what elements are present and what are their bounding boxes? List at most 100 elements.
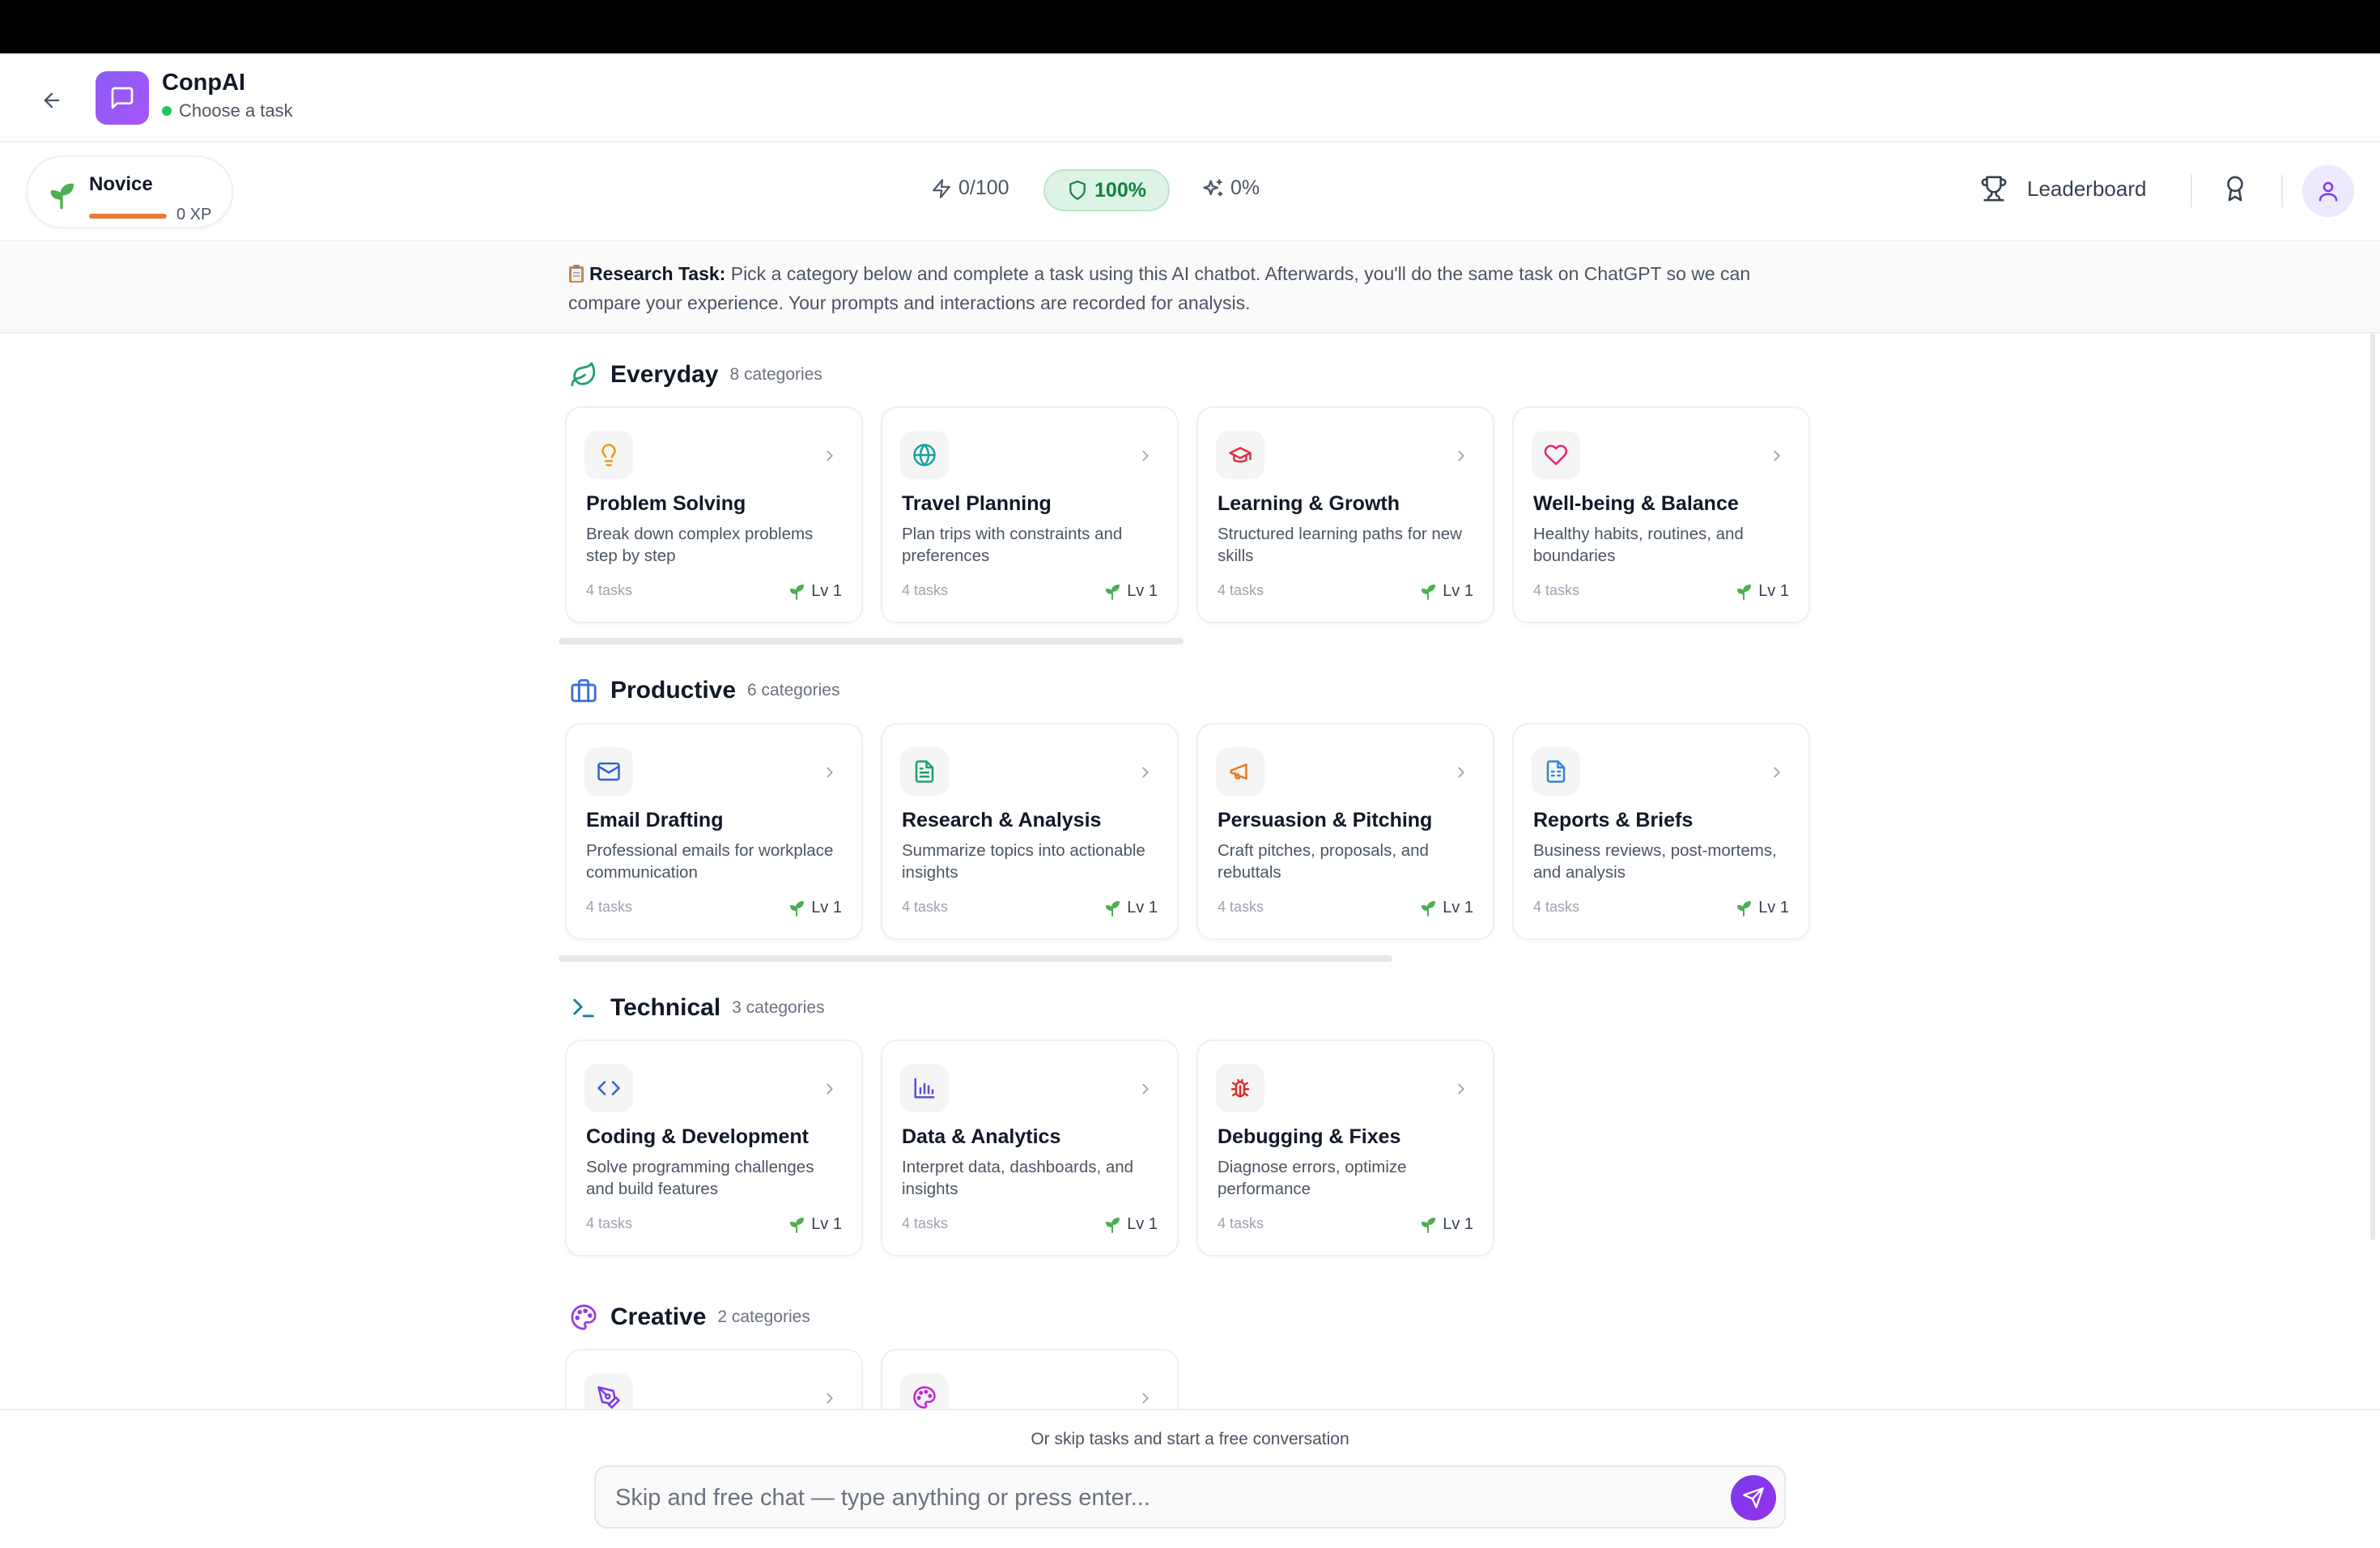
document-icon [915,760,934,783]
level-pill[interactable]: Novice 0 XP [26,155,233,228]
category-card-well-being[interactable]: Well-being & Balance Healthy habits, rou… [1512,406,1810,623]
card-title: Reports & Briefs [1533,809,1694,831]
category-card-travel-planning[interactable]: Travel Planning Plan trips with constrai… [881,406,1179,623]
card-description: Interpret data, dashboards, and insights [902,1158,1134,1198]
card-task-count: 4 tasks [586,899,633,915]
award-icon [2227,176,2243,202]
palette-icon [913,1386,936,1409]
seedling-icon [790,585,805,600]
category-card-coding-development[interactable]: Coding & Development Solve programming c… [565,1040,863,1257]
card-description: Diagnose errors, optimize performance [1218,1158,1407,1198]
profile-button[interactable] [2302,165,2354,217]
card-description: Break down complex problems step by step [586,525,814,565]
category-card-research-analysis[interactable]: Research & Analysis Summarize topics int… [881,723,1179,940]
chat-input[interactable] [615,1478,1700,1517]
seedling-icon [1422,585,1436,600]
energy-stat: 0/100 [931,176,1009,200]
app-header: ConpAI Choose a task [0,53,2380,142]
bar-chart-icon [914,1078,935,1099]
back-button[interactable] [36,84,68,117]
chevron-right-icon [1142,450,1149,461]
category-card-problem-solving[interactable]: Problem Solving Break down complex probl… [565,406,863,623]
seedling-icon [1106,1218,1120,1233]
seedling-icon [1737,585,1752,600]
card-level: Lv 1 [787,898,842,917]
card-level: Lv 1 [1103,898,1158,917]
card-title: Problem Solving [586,492,746,515]
shield-stat: 100% [1043,169,1170,211]
chevron-right-icon [827,450,833,461]
card-level: Lv 1 [1734,898,1789,917]
card-icon-box [584,1064,633,1112]
card-icon-box [1216,747,1264,796]
card-icon-box [900,747,949,796]
chevron-right-icon [827,1083,833,1095]
send-button[interactable] [1731,1475,1776,1520]
chevron-right-icon [1142,767,1149,778]
card-task-count: 4 tasks [1218,899,1264,915]
chevron-right-icon [1458,450,1464,461]
arrow-left-icon [44,92,60,108]
xp-text: 0 XP [176,206,212,223]
leaf-icon [571,362,596,387]
section-creative-header: Creative 2 categories [570,1303,810,1331]
level-name: Novice [89,173,153,195]
energy-value: 0/100 [958,176,1009,199]
divider [2281,175,2283,207]
code-icon [597,1081,620,1095]
card-title: Debugging & Fixes [1218,1125,1401,1148]
card-title: Travel Planning [902,492,1052,515]
category-card-persuasion-pitching[interactable]: Persuasion & Pitching Craft pitches, pro… [1196,723,1494,940]
section-title: Technical [610,994,721,1021]
card-level: Lv 1 [1418,898,1473,917]
card-description: Structured learning paths for new skills [1218,525,1462,565]
category-card-email-drafting[interactable]: Email Drafting Professional emails for w… [565,723,863,940]
sparkles-icon [1203,178,1223,196]
category-card-reports-briefs[interactable]: Reports & Briefs Business reviews, post-… [1512,723,1810,940]
send-icon [1743,1487,1764,1508]
category-card-learning-growth[interactable]: Learning & Growth Structured learning pa… [1196,406,1494,623]
section-productive-header: Productive 6 categories [570,677,839,704]
category-card-debugging-fixes[interactable]: Debugging & Fixes Diagnose errors, optim… [1196,1040,1494,1257]
xp-progress-fill [89,214,167,219]
card-icon-box [1532,431,1580,479]
card-level-text: Lv 1 [1443,1214,1473,1233]
user-icon [2318,181,2338,202]
card-level-text: Lv 1 [1127,581,1158,600]
card-level: Lv 1 [1418,581,1473,601]
window-top-bar [0,0,2380,53]
report-icon [1546,760,1566,783]
palette-icon [571,1304,597,1330]
section-count: 2 categories [717,1308,810,1326]
section-title: Productive [610,677,737,704]
stats-bar: Novice 0 XP 0/100 100% 0% Leaderboard [0,142,2380,241]
achievements-button[interactable] [2221,175,2249,202]
card-icon-box [900,1064,949,1112]
horizontal-scrollbar[interactable] [559,638,1184,644]
app-status-text: Choose a task [179,100,293,121]
spark-value: 0% [1230,176,1260,199]
seedling-icon [1106,901,1120,916]
notice-text: Research Task: Pick a category below and… [568,259,1815,317]
section-title: Everyday [610,361,719,388]
research-notice: Research Task: Pick a category below and… [0,241,2380,334]
card-task-count: 4 tasks [1533,582,1580,598]
megaphone-icon [1230,763,1247,780]
free-chat-bar: Or skip tasks and start a free conversat… [0,1409,2380,1548]
section-title: Creative [610,1303,707,1330]
card-title: Email Drafting [586,809,724,831]
card-icon-box [1532,747,1580,796]
category-card-data-analytics[interactable]: Data & Analytics Interpret data, dashboa… [881,1040,1179,1257]
card-task-count: 4 tasks [902,899,949,915]
card-task-count: 4 tasks [586,1215,633,1231]
lightbulb-icon [601,444,616,466]
seedling-icon [790,901,805,916]
section-count: 8 categories [729,365,822,384]
section-count: 6 categories [747,681,840,700]
vertical-scrollbar[interactable] [2370,334,2375,1240]
horizontal-scrollbar[interactable] [559,955,1392,962]
section-everyday-header: Everyday 8 categories [570,361,822,389]
card-description: Solve programming challenges and build f… [586,1158,814,1198]
leaderboard-button[interactable]: Leaderboard [1980,175,2146,202]
seedling-icon [790,1218,805,1233]
